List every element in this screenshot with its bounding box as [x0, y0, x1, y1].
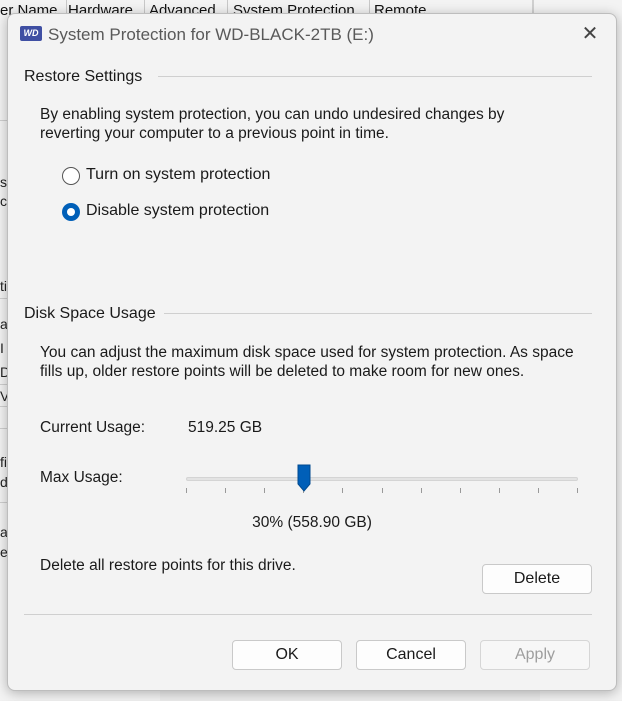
- max-usage-label: Max Usage:: [40, 469, 123, 486]
- slider-tick: [264, 488, 265, 493]
- apply-button[interactable]: Apply: [480, 640, 590, 670]
- close-icon: ✕: [581, 23, 599, 45]
- max-usage-value: 30% (558.90 GB): [252, 514, 372, 531]
- max-usage-slider[interactable]: [186, 464, 578, 494]
- ok-button[interactable]: OK: [232, 640, 342, 670]
- slider-tick: [186, 488, 187, 493]
- dialog-titlebar[interactable]: WD System Protection for WD-BLACK-2TB (E…: [8, 14, 616, 54]
- cancel-button[interactable]: Cancel: [356, 640, 466, 670]
- restore-settings-description-line: By enabling system protection, you can u…: [40, 106, 505, 123]
- slider-tick: [382, 488, 383, 493]
- delete-restore-points-text: Delete all restore points for this drive…: [40, 557, 296, 574]
- slider-thumb[interactable]: [297, 464, 311, 492]
- disk-space-divider: [164, 313, 592, 314]
- slider-tick: [225, 488, 226, 493]
- turn-on-protection-radio[interactable]: [62, 167, 80, 185]
- close-button[interactable]: ✕: [572, 20, 608, 50]
- disk-space-description-line: You can adjust the maximum disk space us…: [40, 344, 574, 361]
- delete-button[interactable]: Delete: [482, 564, 592, 594]
- restore-settings-header: Restore Settings: [24, 68, 143, 85]
- disable-protection-radio[interactable]: [62, 203, 80, 221]
- slider-tick: [499, 488, 500, 493]
- slider-tick: [577, 488, 578, 493]
- restore-settings-description-line: reverting your computer to a previous po…: [40, 125, 389, 142]
- footer-separator: [24, 614, 592, 615]
- restore-settings-description: By enabling system protection, you can u…: [40, 105, 504, 143]
- disk-space-description-line: fills up, older restore points will be d…: [40, 363, 525, 380]
- current-usage-value: 519.25 GB: [188, 419, 263, 436]
- dialog-title: System Protection for WD-BLACK-2TB (E:): [48, 25, 374, 44]
- background-window-edge: [532, 0, 534, 14]
- slider-tick: [342, 488, 343, 493]
- slider-tick: [460, 488, 461, 493]
- slider-tick: [421, 488, 422, 493]
- disable-protection-label[interactable]: Disable system protection: [86, 202, 269, 220]
- disk-space-description: You can adjust the maximum disk space us…: [40, 343, 574, 381]
- system-protection-dialog: WD System Protection for WD-BLACK-2TB (E…: [7, 13, 617, 691]
- slider-track[interactable]: [186, 477, 578, 481]
- turn-on-protection-label[interactable]: Turn on system protection: [86, 166, 270, 184]
- restore-settings-divider: [158, 76, 592, 77]
- current-usage-label: Current Usage:: [40, 419, 146, 436]
- disk-space-header: Disk Space Usage: [24, 305, 156, 322]
- slider-tick: [538, 488, 539, 493]
- wd-drive-icon: WD: [20, 26, 42, 41]
